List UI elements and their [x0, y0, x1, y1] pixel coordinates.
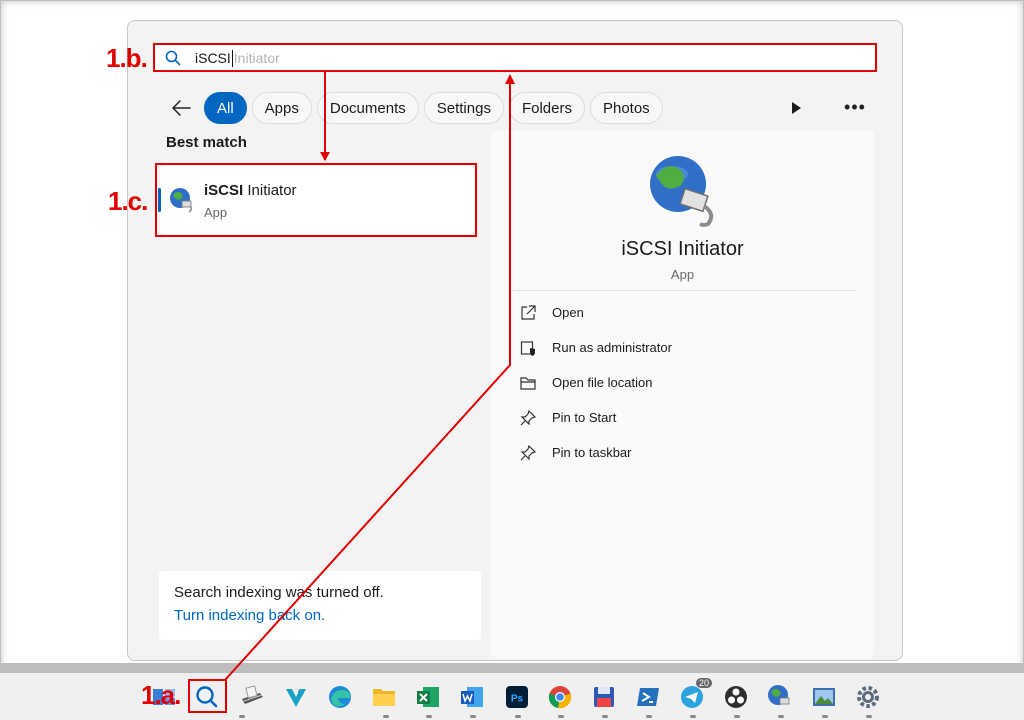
annotation-arrows	[224, 72, 515, 681]
arrowhead	[505, 74, 515, 84]
arrowhead	[320, 152, 330, 161]
arrow-taskbar-to-search	[224, 76, 511, 681]
